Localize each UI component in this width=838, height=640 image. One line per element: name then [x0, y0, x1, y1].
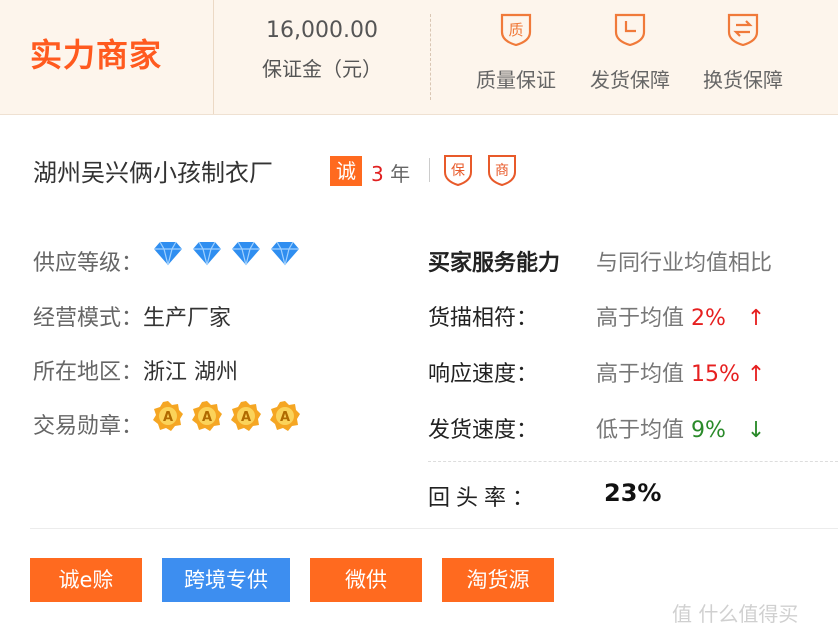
- desc-match-value: 高于均值 2% ↑: [596, 300, 765, 332]
- cheng-e-she-button[interactable]: 诚e赊: [30, 558, 142, 602]
- region-label: 所在地区：: [33, 360, 144, 385]
- cross-border-button[interactable]: 跨境专供: [162, 558, 290, 602]
- guarantee-label: 换货保障: [703, 68, 783, 92]
- diamond-icon: [191, 240, 223, 270]
- svg-text:A: A: [202, 410, 212, 425]
- svg-text:A: A: [241, 410, 251, 425]
- company-name[interactable]: 湖州吴兴俩小孩制衣厂: [33, 153, 273, 188]
- compare-text: 低于均值: [596, 418, 685, 443]
- supply-level-diamonds: [152, 240, 308, 270]
- business-mode-label: 经营模式：: [33, 306, 144, 331]
- medal-icon[interactable]: A: [269, 400, 301, 436]
- desc-match-label: 货描相符：: [428, 306, 539, 331]
- percent-value: 15%: [691, 362, 740, 387]
- wei-gong-button[interactable]: 微供: [310, 558, 422, 602]
- divider: [30, 528, 838, 529]
- percent-value: 9%: [691, 418, 726, 443]
- svg-text:A: A: [280, 410, 290, 425]
- shipping-speed-value: 低于均值 9% ↓: [596, 412, 765, 444]
- buyer-service-title: 买家服务能力: [428, 251, 561, 276]
- deposit-block: 16,000.00 保证金（元）: [214, 18, 430, 82]
- compare-text: 高于均值: [596, 362, 685, 387]
- shang-badge-icon[interactable]: 商: [487, 154, 517, 186]
- divider: [428, 461, 838, 462]
- quality-shield-icon: 质: [500, 13, 532, 47]
- medal-icon[interactable]: A: [191, 400, 223, 436]
- bao-badge-icon[interactable]: 保: [443, 154, 473, 186]
- guarantee-exchange[interactable]: 换货保障: [688, 12, 798, 93]
- years-number: 3: [371, 162, 384, 186]
- trade-medals: AAAA: [152, 400, 308, 436]
- diamond-icon: [230, 240, 262, 270]
- supply-level-label: 供应等级：: [33, 251, 144, 276]
- region-row: 所在地区：浙江 湖州: [33, 354, 238, 386]
- diamond-icon: [152, 240, 184, 270]
- divider: [429, 158, 430, 182]
- percent-value: 2%: [691, 306, 726, 331]
- region-value: 浙江 湖州: [143, 360, 239, 385]
- medal-icon[interactable]: A: [230, 400, 262, 436]
- cheng-badge[interactable]: 诚: [330, 156, 362, 186]
- repeat-rate-label: 回头率：: [428, 486, 541, 511]
- guarantee-shipping[interactable]: 发货保障: [575, 12, 685, 93]
- tao-huo-yuan-button[interactable]: 淘货源: [442, 558, 554, 602]
- bao-badge-text: 保: [451, 163, 465, 179]
- diamond-icon: [269, 240, 301, 270]
- divider: [430, 14, 431, 100]
- header-bar: 实力商家 16,000.00 保证金（元） 质 质量保证 发货保障 换货保障: [0, 0, 838, 115]
- shang-badge-text: 商: [495, 163, 509, 179]
- deposit-amount: 16,000.00: [266, 18, 378, 43]
- years-unit: 年: [390, 162, 411, 186]
- membership-years: 3 年: [371, 158, 410, 187]
- business-mode-row: 经营模式：生产厂家: [33, 300, 231, 332]
- arrow-up-icon: ↑: [746, 362, 766, 387]
- guarantee-label: 质量保证: [476, 68, 556, 92]
- compare-text: 高于均值: [596, 306, 685, 331]
- medal-icon[interactable]: A: [152, 400, 184, 436]
- strength-merchant-logo: 实力商家: [30, 36, 163, 74]
- shipping-speed-label: 发货速度：: [428, 418, 539, 443]
- watermark: 值 什么值得买: [672, 602, 799, 626]
- compare-title: 与同行业均值相比: [596, 251, 773, 276]
- guarantee-label: 发货保障: [590, 68, 670, 92]
- repeat-rate-value: 23%: [604, 479, 662, 507]
- svg-text:质: 质: [508, 21, 523, 39]
- arrow-up-icon: ↑: [746, 306, 766, 331]
- response-speed-label: 响应速度：: [428, 362, 539, 387]
- exchange-shield-icon: [727, 13, 759, 47]
- clock-shield-icon: [614, 13, 646, 47]
- arrow-down-icon: ↓: [746, 418, 766, 443]
- response-speed-value: 高于均值 15% ↑: [596, 356, 765, 388]
- business-mode-value: 生产厂家: [143, 306, 232, 331]
- guarantee-quality[interactable]: 质 质量保证: [461, 12, 571, 93]
- svg-text:A: A: [163, 410, 173, 425]
- deposit-label: 保证金（元）: [262, 57, 382, 81]
- medals-label: 交易勋章：: [33, 414, 144, 439]
